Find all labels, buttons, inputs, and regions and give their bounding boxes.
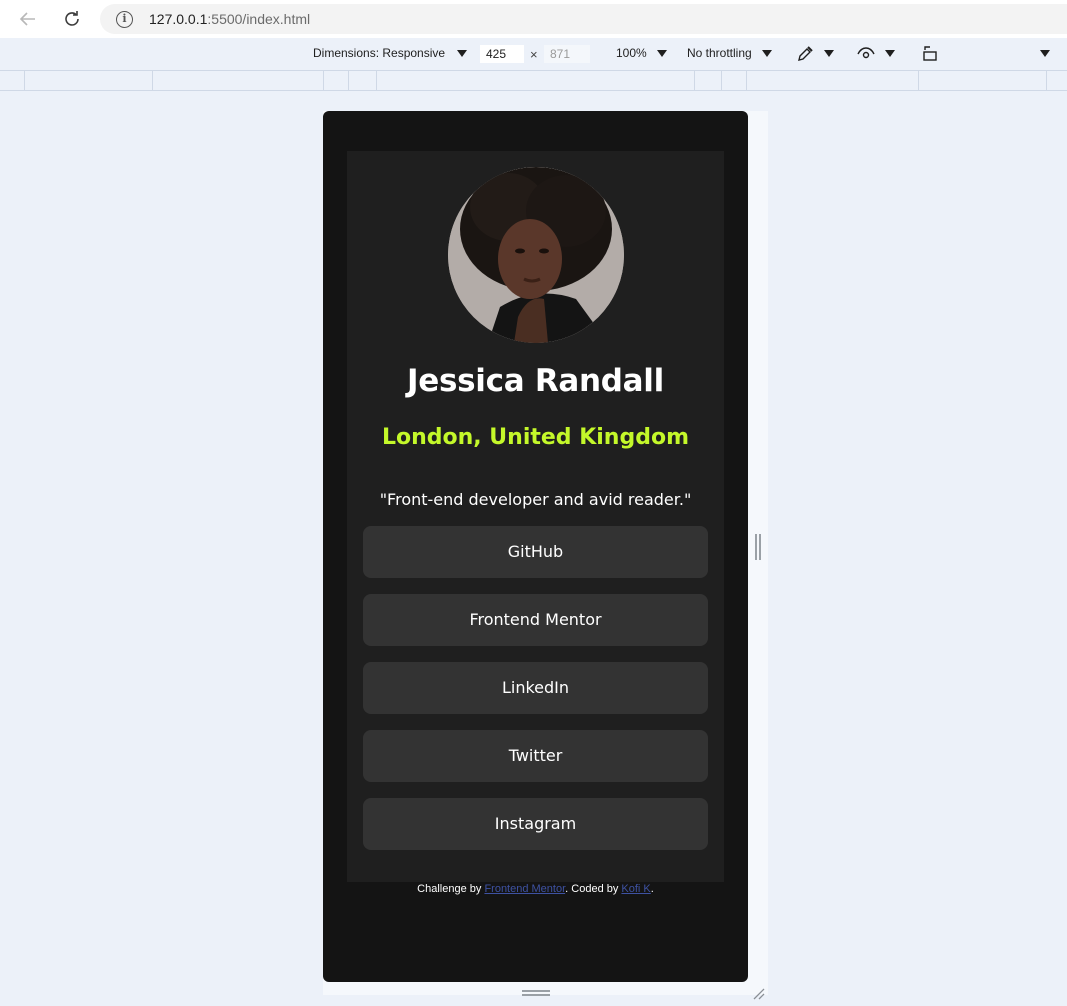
zoom-label: 100%: [616, 46, 647, 60]
avatar: [448, 167, 624, 343]
attribution-suffix: .: [650, 883, 654, 895]
resize-corner-icon: [753, 988, 765, 1000]
chevron-down-icon: [761, 49, 772, 57]
rotate-device-icon: [923, 46, 937, 61]
reload-icon: [65, 11, 79, 26]
instagram-link-button[interactable]: Instagram: [363, 798, 708, 850]
device-toolbar: Dimensions: Responsive 425 × 871 100% No…: [0, 38, 1067, 70]
width-input[interactable]: 425: [480, 45, 524, 63]
github-link-button[interactable]: GitHub: [363, 526, 708, 578]
ruler-tick: [24, 71, 25, 91]
eyedropper-icon: [798, 46, 813, 61]
resize-handle-bottom[interactable]: [522, 990, 550, 996]
height-input[interactable]: 871: [544, 45, 590, 63]
ruler-tick: [694, 71, 695, 91]
resize-handle-corner[interactable]: [750, 985, 766, 1001]
linkedin-link-button[interactable]: LinkedIn: [363, 662, 708, 714]
challenge-link[interactable]: Frontend Mentor: [484, 883, 565, 895]
ruler-tick: [323, 71, 324, 91]
throttling-dropdown[interactable]: No throttling: [687, 46, 772, 60]
dimensions-dropdown[interactable]: Dimensions: Responsive: [313, 46, 468, 60]
profile-location: London, United Kingdom: [381, 425, 690, 450]
browser-address-bar: i 127.0.0.1:5500/index.html: [0, 0, 1067, 38]
twitter-link-button[interactable]: Twitter: [363, 730, 708, 782]
chevron-down-icon: [824, 50, 834, 57]
profile-name: Jessica Randall: [407, 363, 664, 399]
profile-card: Jessica Randall London, United Kingdom "…: [347, 151, 724, 882]
throttling-label: No throttling: [687, 46, 752, 60]
chevron-down-icon: [885, 50, 895, 57]
arrow-left-icon: [19, 12, 35, 26]
more-options-button[interactable]: [1040, 50, 1050, 57]
ruler-tick: [152, 71, 153, 91]
times-symbol: ×: [530, 47, 538, 62]
media-query-bar[interactable]: [0, 70, 1067, 91]
ruler-tick: [918, 71, 919, 91]
author-link[interactable]: Kofi K: [621, 883, 650, 895]
chevron-down-icon: [457, 49, 468, 57]
back-button[interactable]: [14, 5, 42, 33]
avatar-photo: [448, 167, 624, 343]
device-viewport: Jessica Randall London, United Kingdom "…: [323, 111, 748, 982]
profile-bio: "Front-end developer and avid reader.": [379, 490, 692, 509]
ruler-tick: [746, 71, 747, 91]
eyedropper-button[interactable]: [797, 45, 834, 62]
url-field[interactable]: i 127.0.0.1:5500/index.html: [100, 4, 1067, 34]
ruler-tick: [1046, 71, 1047, 91]
frontend-mentor-link-button[interactable]: Frontend Mentor: [363, 594, 708, 646]
eye-icon: [857, 47, 875, 59]
url-text: 127.0.0.1:5500/index.html: [149, 11, 311, 27]
attribution: Challenge by Frontend Mentor. Coded by K…: [323, 883, 748, 895]
rotate-button[interactable]: [922, 45, 940, 62]
attribution-middle: . Coded by: [565, 883, 622, 895]
info-icon[interactable]: i: [116, 10, 133, 28]
ruler-tick: [348, 71, 349, 91]
resize-handle-right[interactable]: [755, 534, 761, 560]
reload-button[interactable]: [58, 5, 86, 33]
ruler-tick: [376, 71, 377, 91]
attribution-prefix: Challenge by: [417, 883, 485, 895]
chevron-down-icon: [1040, 50, 1050, 57]
zoom-dropdown[interactable]: 100%: [616, 46, 667, 60]
dimensions-label: Dimensions: Responsive: [313, 46, 446, 60]
ruler-tick: [721, 71, 722, 91]
chevron-down-icon: [656, 49, 667, 57]
social-links: GitHub Frontend Mentor LinkedIn Twitter …: [363, 526, 708, 866]
vision-button[interactable]: [857, 45, 895, 62]
